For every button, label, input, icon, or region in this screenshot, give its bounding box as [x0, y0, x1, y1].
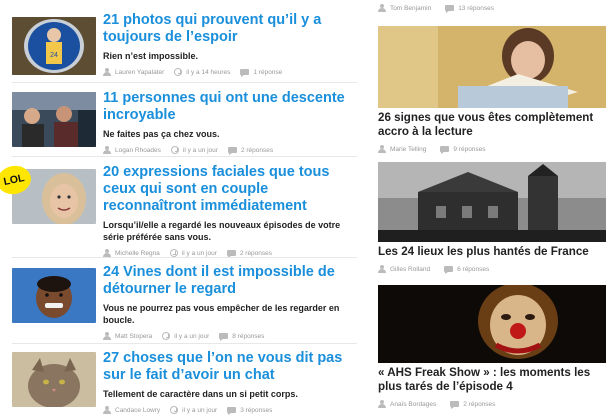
boy-smiling-image — [12, 268, 96, 323]
article-thumbnail[interactable] — [12, 268, 96, 323]
comment-icon — [227, 407, 237, 415]
article-author[interactable]: Matt Stopera — [115, 333, 152, 340]
article-title[interactable]: 11 personnes qui ont une descente incroy… — [103, 90, 357, 124]
comment-icon — [240, 69, 250, 77]
divider — [12, 156, 357, 157]
divider — [12, 343, 357, 344]
clock-icon — [162, 332, 171, 340]
user-icon — [103, 249, 111, 257]
sidebar-article-image[interactable] — [378, 26, 606, 108]
article-subtitle: Ne faites pas ça chez vous. — [103, 129, 220, 139]
cat-image — [12, 352, 96, 407]
article-comments[interactable]: 1 réponse — [253, 69, 282, 76]
sidebar-article-title[interactable]: 26 signes que vous êtes complètement acc… — [378, 111, 606, 139]
clock-icon — [170, 146, 179, 154]
article-card[interactable]: 24 21 photos qui prouvent qu’il y a touj… — [12, 10, 357, 83]
user-icon — [103, 146, 111, 154]
article-subtitle: Vous ne pourrez pas vous empêcher de les… — [103, 303, 340, 325]
girl-reading-image — [378, 26, 606, 108]
sidebar-article[interactable]: 26 signes que vous êtes complètement acc… — [378, 26, 606, 154]
sidebar-article-title[interactable]: Les 24 lieux les plus hantés de France — [378, 245, 606, 259]
article-author[interactable]: Lauren Yapalater — [115, 69, 164, 76]
sidebar-article-meta: Gilles Rolland 6 réponses — [378, 265, 606, 274]
sidebar-author[interactable]: Anaïs Bordages — [390, 401, 436, 408]
article-thumbnail[interactable] — [12, 92, 96, 147]
article-feed: 24 21 photos qui prouvent qu’il y a touj… — [0, 0, 364, 418]
article-comments[interactable]: 2 réponses — [241, 147, 273, 154]
article-title[interactable]: 21 photos qui prouvent qu’il y a toujour… — [103, 12, 357, 46]
article-card[interactable]: 27 choses que l’on ne vous dit pas sur l… — [12, 348, 357, 418]
comment-icon — [444, 266, 454, 274]
clock-icon — [169, 249, 178, 257]
article-thumbnail[interactable]: 24 — [12, 17, 96, 75]
sidebar-article[interactable]: « AHS Freak Show » : les moments les plu… — [378, 285, 606, 409]
article-card[interactable]: 24 Vines dont il est impossible de détou… — [12, 264, 357, 344]
article-subtitle: Tellement de caractère dans un si petit … — [103, 389, 298, 399]
user-icon — [378, 400, 386, 408]
divider — [12, 82, 357, 83]
comment-icon — [219, 333, 229, 341]
sidebar-article-meta: Anaïs Bordages 2 réponses — [378, 400, 606, 409]
article-meta: Candace Lowry il y a un jour 3 réponses — [103, 406, 357, 415]
comment-icon — [450, 401, 460, 409]
sidebar-comments[interactable]: 13 réponses — [458, 5, 494, 12]
comment-icon — [227, 147, 237, 155]
user-icon — [378, 265, 386, 273]
boy-basketball-image: 24 — [12, 17, 96, 75]
article-meta: Logan Rhoades il y a un jour 2 réponses — [103, 146, 357, 155]
sidebar-top-meta: Tom Benjamin 13 réponses — [378, 4, 508, 13]
sidebar-comments[interactable]: 6 réponses — [457, 266, 489, 273]
sidebar-author[interactable]: Tom Benjamin — [390, 5, 431, 12]
article-title[interactable]: 27 choses que l’on ne vous dit pas sur l… — [103, 350, 357, 384]
article-author[interactable]: Candace Lowry — [115, 407, 160, 414]
divider — [12, 257, 357, 258]
comment-icon — [445, 5, 455, 13]
comment-icon — [440, 146, 450, 154]
clown-image — [378, 285, 606, 363]
article-comments[interactable]: 2 réponses — [240, 250, 272, 257]
sidebar-article[interactable]: Les 24 lieux les plus hantés de France G… — [378, 162, 606, 274]
svg-text:24: 24 — [50, 52, 58, 59]
sidebar-article-title[interactable]: « AHS Freak Show » : les moments les plu… — [378, 366, 606, 394]
user-icon — [103, 68, 111, 76]
article-comments[interactable]: 8 réponses — [232, 333, 264, 340]
people-party-image — [12, 92, 96, 147]
user-icon — [378, 4, 386, 12]
article-title[interactable]: 20 expressions faciales que tous ceux qu… — [103, 164, 357, 215]
article-subtitle: Lorsqu’il/elle a regardé les nouveaux ép… — [103, 220, 341, 242]
article-time: il y a un jour — [174, 332, 210, 340]
sidebar-article-image[interactable] — [378, 162, 606, 242]
article-time: il y a un jour — [181, 249, 217, 257]
article-author[interactable]: Logan Rhoades — [115, 147, 161, 154]
user-icon — [378, 145, 386, 153]
sidebar-comments[interactable]: 9 réponses — [453, 146, 485, 153]
article-comments[interactable]: 3 réponses — [240, 407, 272, 414]
sidebar-author[interactable]: Gilles Rolland — [390, 266, 430, 273]
article-meta: Lauren Yapalater il y a 14 heures 1 répo… — [103, 68, 357, 77]
article-meta: Michelle Regna il y a un jour 2 réponses — [103, 249, 357, 258]
article-author[interactable]: Michelle Regna — [115, 250, 160, 257]
article-card[interactable]: 20 expressions faciales que tous ceux qu… — [12, 164, 357, 258]
article-time: il y a 14 heures — [186, 68, 231, 76]
article-time: il y a un jour — [182, 406, 218, 414]
sidebar-article-meta: Marie Telling 9 réponses — [378, 145, 606, 154]
clock-icon — [174, 68, 183, 76]
user-icon — [103, 332, 111, 340]
article-thumbnail[interactable] — [12, 352, 96, 407]
comment-icon — [226, 250, 236, 258]
article-card[interactable]: 11 personnes qui ont une descente incroy… — [12, 90, 357, 157]
article-title[interactable]: 24 Vines dont il est impossible de détou… — [103, 264, 357, 298]
clock-icon — [170, 406, 179, 414]
sidebar-article-image[interactable] — [378, 285, 606, 363]
article-subtitle: Rien n’est impossible. — [103, 51, 199, 61]
sidebar: Tom Benjamin 13 réponses 26 signes que v… — [378, 0, 614, 418]
user-icon — [103, 406, 111, 414]
sidebar-author[interactable]: Marie Telling — [390, 146, 426, 153]
sidebar-comments[interactable]: 2 réponses — [463, 401, 495, 408]
article-meta: Matt Stopera il y a un jour 8 réponses — [103, 332, 357, 341]
article-time: il y a un jour — [182, 146, 218, 154]
haunted-house-image — [378, 162, 606, 242]
